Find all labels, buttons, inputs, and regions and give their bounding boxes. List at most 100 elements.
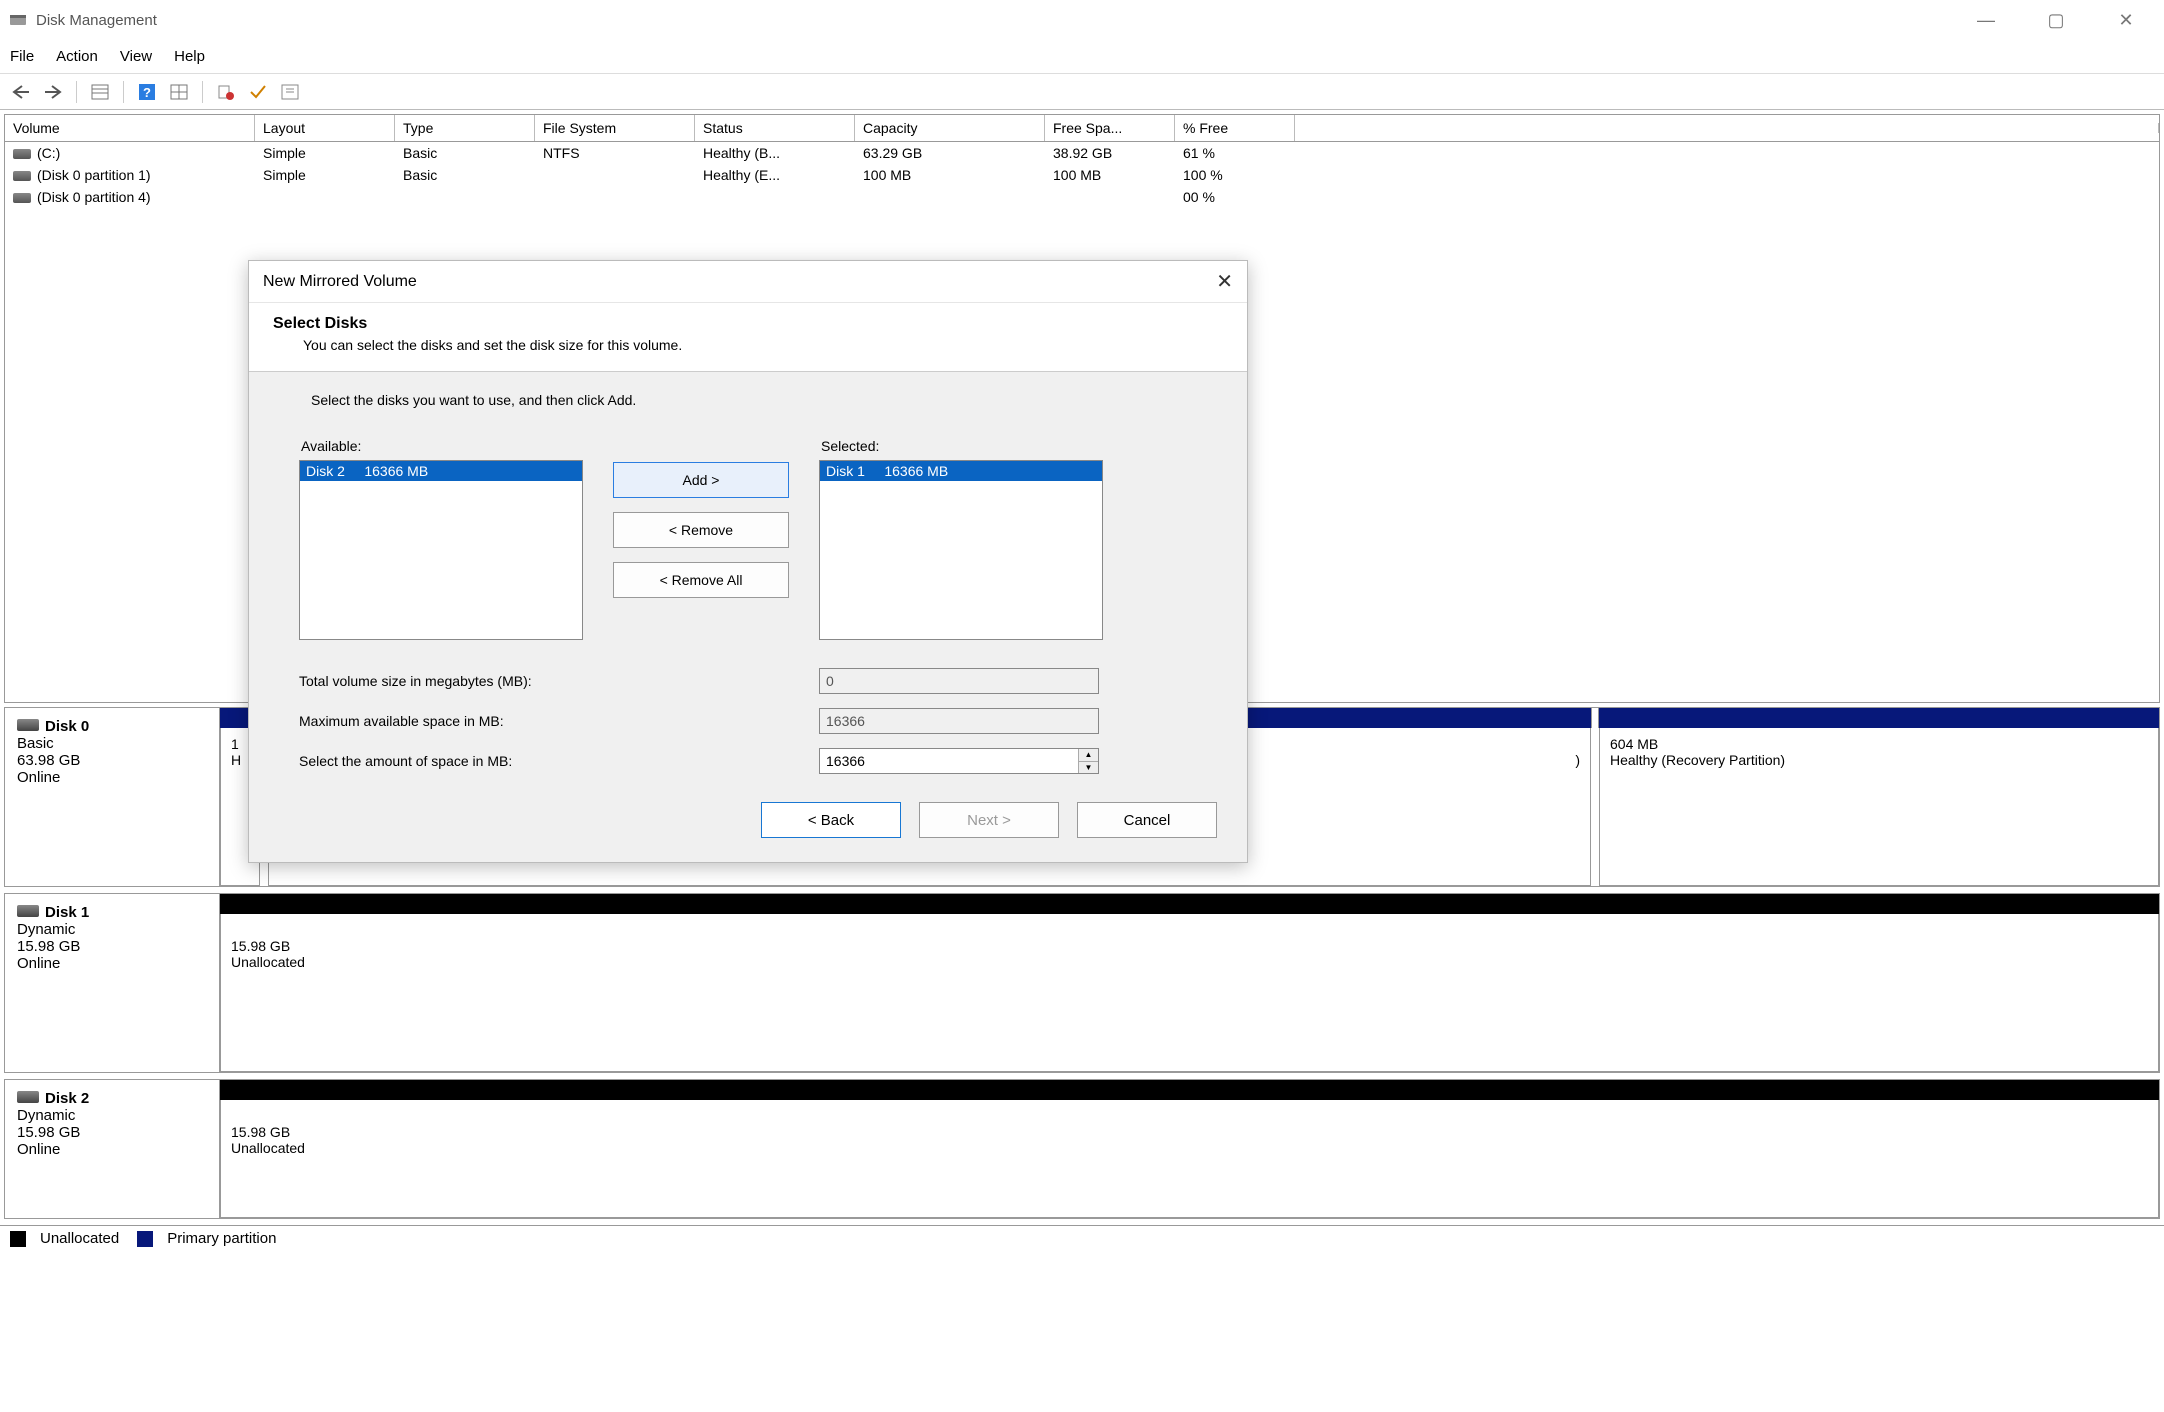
partition-box[interactable]: 15.98 GB Unallocated xyxy=(220,1100,2159,1218)
select-space-input[interactable] xyxy=(819,748,1099,774)
dialog-instruction: Select the disks you want to use, and th… xyxy=(299,392,1197,408)
check-icon[interactable] xyxy=(245,79,271,105)
disk-size: 63.98 GB xyxy=(17,752,207,769)
volume-type: Basic xyxy=(395,142,535,164)
volume-pct: 00 % xyxy=(1175,186,1295,208)
disk-status: Online xyxy=(17,955,207,972)
menu-action[interactable]: Action xyxy=(56,48,98,65)
disk-name: Disk 0 xyxy=(45,718,89,735)
action-icon[interactable] xyxy=(213,79,239,105)
volume-capacity: 100 MB xyxy=(855,164,1045,186)
volume-free: 38.92 GB xyxy=(1045,142,1175,164)
legend: Unallocated Primary partition xyxy=(0,1225,2164,1251)
disk-size: 15.98 GB xyxy=(17,1124,207,1141)
svg-text:?: ? xyxy=(143,85,151,100)
volume-row[interactable]: (C:) Simple Basic NTFS Healthy (B... 63.… xyxy=(5,142,2159,164)
selected-label: Selected: xyxy=(819,438,1103,454)
partition-box[interactable]: 15.98 GB Unallocated xyxy=(220,914,2159,1072)
total-size-field xyxy=(819,668,1099,694)
list-item[interactable]: Disk 2 16366 MB xyxy=(300,461,582,481)
volume-status xyxy=(695,194,855,200)
forward-icon[interactable] xyxy=(40,79,66,105)
app-icon xyxy=(8,10,28,30)
max-space-label: Maximum available space in MB: xyxy=(299,713,819,729)
remove-button[interactable]: < Remove xyxy=(613,512,789,548)
volume-capacity xyxy=(855,194,1045,200)
disk-status: Online xyxy=(17,1141,207,1158)
volume-name: (Disk 0 partition 1) xyxy=(37,167,151,183)
wizard-dialog: New Mirrored Volume ✕ Select Disks You c… xyxy=(248,260,1248,863)
back-button[interactable]: < Back xyxy=(761,802,901,838)
available-listbox[interactable]: Disk 2 16366 MB xyxy=(299,460,583,640)
volume-icon xyxy=(13,149,31,159)
minimize-button[interactable]: — xyxy=(1966,10,2006,31)
disk-info[interactable]: Disk 0 Basic 63.98 GB Online xyxy=(5,708,220,886)
legend-label: Unallocated xyxy=(40,1230,119,1247)
col-status[interactable]: Status xyxy=(695,115,855,141)
volume-pct: 100 % xyxy=(1175,164,1295,186)
col-layout[interactable]: Layout xyxy=(255,115,395,141)
disk-stripe xyxy=(220,894,2159,914)
cancel-button[interactable]: Cancel xyxy=(1077,802,1217,838)
legend-swatch-primary xyxy=(137,1231,153,1247)
menu-help[interactable]: Help xyxy=(174,48,205,65)
disk-info[interactable]: Disk 1 Dynamic 15.98 GB Online xyxy=(5,894,220,1072)
partition-size: 15.98 GB xyxy=(231,938,2148,954)
remove-all-button[interactable]: < Remove All xyxy=(613,562,789,598)
separator xyxy=(202,81,203,103)
partition-size: 1 xyxy=(231,736,249,752)
selected-listbox[interactable]: Disk 1 16366 MB xyxy=(819,460,1103,640)
dialog-title: New Mirrored Volume xyxy=(263,273,417,291)
disk-name: Disk 1 xyxy=(45,904,89,921)
close-window-button[interactable]: ✕ xyxy=(2106,10,2146,31)
separator xyxy=(123,81,124,103)
disk-info[interactable]: Disk 2 Dynamic 15.98 GB Online xyxy=(5,1080,220,1218)
toolbar: ? xyxy=(0,74,2164,110)
col-free[interactable]: Free Spa... xyxy=(1045,115,1175,141)
disk-panel: Disk 1 Dynamic 15.98 GB Online 15.98 GB … xyxy=(4,893,2160,1073)
disk-panel: Disk 2 Dynamic 15.98 GB Online 15.98 GB … xyxy=(4,1079,2160,1219)
window-title: Disk Management xyxy=(36,12,157,29)
separator xyxy=(76,81,77,103)
col-type[interactable]: Type xyxy=(395,115,535,141)
partition-box[interactable]: 604 MB Healthy (Recovery Partition) xyxy=(1599,728,2159,886)
next-button[interactable]: Next > xyxy=(919,802,1059,838)
title-bar: Disk Management — ▢ ✕ xyxy=(0,0,2164,40)
volume-pct: 61 % xyxy=(1175,142,1295,164)
list-item[interactable]: Disk 1 16366 MB xyxy=(820,461,1102,481)
back-icon[interactable] xyxy=(8,79,34,105)
max-space-field xyxy=(819,708,1099,734)
spin-up-icon[interactable]: ▲ xyxy=(1079,749,1098,762)
col-capacity[interactable]: Capacity xyxy=(855,115,1045,141)
properties-icon[interactable] xyxy=(277,79,303,105)
help-icon[interactable]: ? xyxy=(134,79,160,105)
volume-layout xyxy=(255,194,395,200)
add-button[interactable]: Add > xyxy=(613,462,789,498)
list-icon[interactable] xyxy=(87,79,113,105)
partition-status: H xyxy=(231,752,249,768)
spinner-buttons[interactable]: ▲▼ xyxy=(1078,749,1098,773)
dialog-titlebar: New Mirrored Volume ✕ xyxy=(249,261,1247,303)
grid-icon[interactable] xyxy=(166,79,192,105)
menu-bar: File Action View Help xyxy=(0,40,2164,74)
total-size-label: Total volume size in megabytes (MB): xyxy=(299,673,819,689)
disk-type: Dynamic xyxy=(17,1107,207,1124)
volume-row[interactable]: (Disk 0 partition 4) 00 % xyxy=(5,186,2159,208)
select-space-label: Select the amount of space in MB: xyxy=(299,753,819,769)
legend-swatch-unallocated xyxy=(10,1231,26,1247)
col-pct[interactable]: % Free xyxy=(1175,115,1295,141)
volume-status: Healthy (E... xyxy=(695,164,855,186)
volume-status: Healthy (B... xyxy=(695,142,855,164)
volume-free xyxy=(1045,194,1175,200)
col-filesystem[interactable]: File System xyxy=(535,115,695,141)
volume-fs xyxy=(535,172,695,178)
menu-file[interactable]: File xyxy=(10,48,34,65)
menu-view[interactable]: View xyxy=(120,48,152,65)
spin-down-icon[interactable]: ▼ xyxy=(1079,762,1098,774)
volume-row[interactable]: (Disk 0 partition 1) Simple Basic Health… xyxy=(5,164,2159,186)
col-volume[interactable]: Volume xyxy=(5,115,255,141)
volume-name: (Disk 0 partition 4) xyxy=(37,189,151,205)
dialog-close-button[interactable]: ✕ xyxy=(1216,269,1233,294)
maximize-button[interactable]: ▢ xyxy=(2036,10,2076,31)
partition-size: 604 MB xyxy=(1610,736,2148,752)
